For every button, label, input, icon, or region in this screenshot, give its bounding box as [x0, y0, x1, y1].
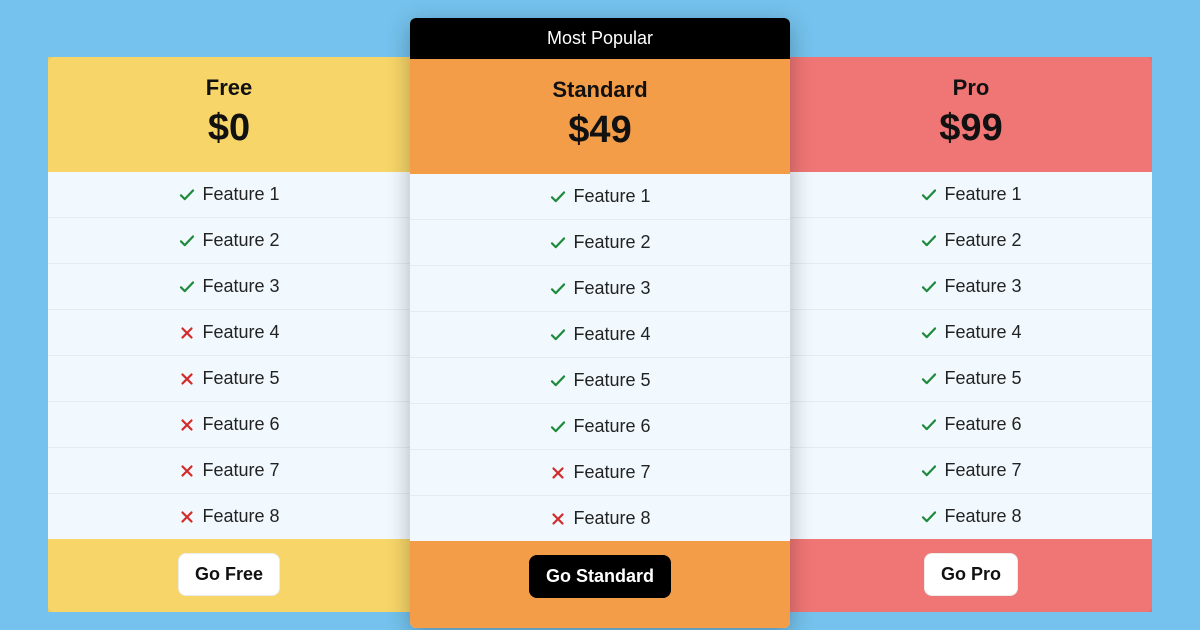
plan-free-feature-list: Feature 1 Feature 2 Feature 3 Feature 4 Feat…	[48, 172, 410, 539]
check-icon	[549, 326, 567, 344]
go-standard-button[interactable]: Go Standard	[529, 555, 671, 598]
plan-free-name: Free	[58, 75, 400, 101]
feature-item: Feature 1	[48, 172, 410, 218]
feature-label: Feature 4	[573, 324, 650, 345]
plan-standard-name: Standard	[420, 77, 780, 103]
plan-standard-footer: Go Standard	[410, 541, 790, 628]
plan-pro-header: Pro $99	[790, 57, 1152, 172]
cross-icon	[178, 462, 196, 480]
feature-item: Feature 2	[790, 218, 1152, 264]
plan-free-price: $0	[58, 107, 400, 150]
plan-free-header: Free $0	[48, 57, 410, 172]
feature-item: Feature 6	[410, 404, 790, 450]
plan-free: Free $0 Feature 1Feature 2Feature 3Featu…	[48, 57, 410, 612]
feature-item: Feature 1	[410, 174, 790, 220]
feature-item: Feature 7	[48, 448, 410, 494]
go-pro-button[interactable]: Go Pro	[924, 553, 1018, 596]
feature-item: Feature 7	[410, 450, 790, 496]
feature-item: Feature 5	[790, 356, 1152, 402]
check-icon	[549, 372, 567, 390]
check-icon	[920, 416, 938, 434]
feature-label: Feature 3	[573, 278, 650, 299]
feature-item: Feature 5	[410, 358, 790, 404]
feature-item: Feature 6	[48, 402, 410, 448]
check-icon	[920, 324, 938, 342]
feature-item: Feature 3	[48, 264, 410, 310]
check-icon	[178, 232, 196, 250]
cross-icon	[178, 370, 196, 388]
feature-label: Feature 3	[202, 276, 279, 297]
feature-item: Feature 8	[410, 496, 790, 541]
feature-item: Feature 3	[790, 264, 1152, 310]
feature-item: Feature 8	[48, 494, 410, 539]
feature-label: Feature 6	[573, 416, 650, 437]
feature-label: Feature 8	[573, 508, 650, 529]
feature-item: Feature 2	[48, 218, 410, 264]
feature-label: Feature 7	[573, 462, 650, 483]
plan-standard-feature-list: Feature 1 Feature 2 Feature 3 Feature 4 Feat…	[410, 174, 790, 541]
feature-item: Feature 3	[410, 266, 790, 312]
feature-label: Feature 6	[944, 414, 1021, 435]
plan-standard-price: $49	[420, 109, 780, 152]
plan-pro: Pro $99 Feature 1Feature 2Feature 3Featu…	[790, 57, 1152, 612]
cross-icon	[178, 508, 196, 526]
most-popular-badge: Most Popular	[410, 18, 790, 59]
feature-item: Feature 4	[790, 310, 1152, 356]
feature-label: Feature 5	[202, 368, 279, 389]
feature-label: Feature 1	[573, 186, 650, 207]
feature-item: Feature 8	[790, 494, 1152, 539]
check-icon	[920, 278, 938, 296]
feature-label: Feature 7	[202, 460, 279, 481]
check-icon	[178, 186, 196, 204]
check-icon	[549, 280, 567, 298]
feature-item: Feature 4	[48, 310, 410, 356]
feature-item: Feature 2	[410, 220, 790, 266]
feature-item: Feature 7	[790, 448, 1152, 494]
feature-label: Feature 2	[944, 230, 1021, 251]
check-icon	[920, 462, 938, 480]
feature-label: Feature 5	[573, 370, 650, 391]
plan-pro-footer: Go Pro	[790, 539, 1152, 612]
check-icon	[549, 234, 567, 252]
feature-label: Feature 7	[944, 460, 1021, 481]
cross-icon	[549, 510, 567, 528]
plan-free-footer: Go Free	[48, 539, 410, 612]
feature-label: Feature 1	[202, 184, 279, 205]
feature-item: Feature 1	[790, 172, 1152, 218]
check-icon	[920, 508, 938, 526]
pricing-table: Free $0 Feature 1Feature 2Feature 3Featu…	[48, 18, 1152, 612]
feature-item: Feature 6	[790, 402, 1152, 448]
plan-standard-header: Standard $49	[410, 59, 790, 174]
feature-label: Feature 4	[202, 322, 279, 343]
check-icon	[549, 418, 567, 436]
check-icon	[920, 232, 938, 250]
cross-icon	[549, 464, 567, 482]
feature-item: Feature 5	[48, 356, 410, 402]
check-icon	[549, 188, 567, 206]
feature-label: Feature 1	[944, 184, 1021, 205]
feature-item: Feature 4	[410, 312, 790, 358]
check-icon	[178, 278, 196, 296]
feature-label: Feature 4	[944, 322, 1021, 343]
feature-label: Feature 3	[944, 276, 1021, 297]
feature-label: Feature 2	[202, 230, 279, 251]
feature-label: Feature 6	[202, 414, 279, 435]
feature-label: Feature 5	[944, 368, 1021, 389]
feature-label: Feature 2	[573, 232, 650, 253]
plan-pro-price: $99	[800, 107, 1142, 150]
cross-icon	[178, 324, 196, 342]
check-icon	[920, 370, 938, 388]
go-free-button[interactable]: Go Free	[178, 553, 280, 596]
plan-pro-feature-list: Feature 1 Feature 2 Feature 3 Feature 4 Feat…	[790, 172, 1152, 539]
feature-label: Feature 8	[202, 506, 279, 527]
check-icon	[920, 186, 938, 204]
feature-label: Feature 8	[944, 506, 1021, 527]
plan-pro-name: Pro	[800, 75, 1142, 101]
cross-icon	[178, 416, 196, 434]
plan-standard: Most Popular Standard $49 Feature 1Featu…	[410, 18, 790, 628]
